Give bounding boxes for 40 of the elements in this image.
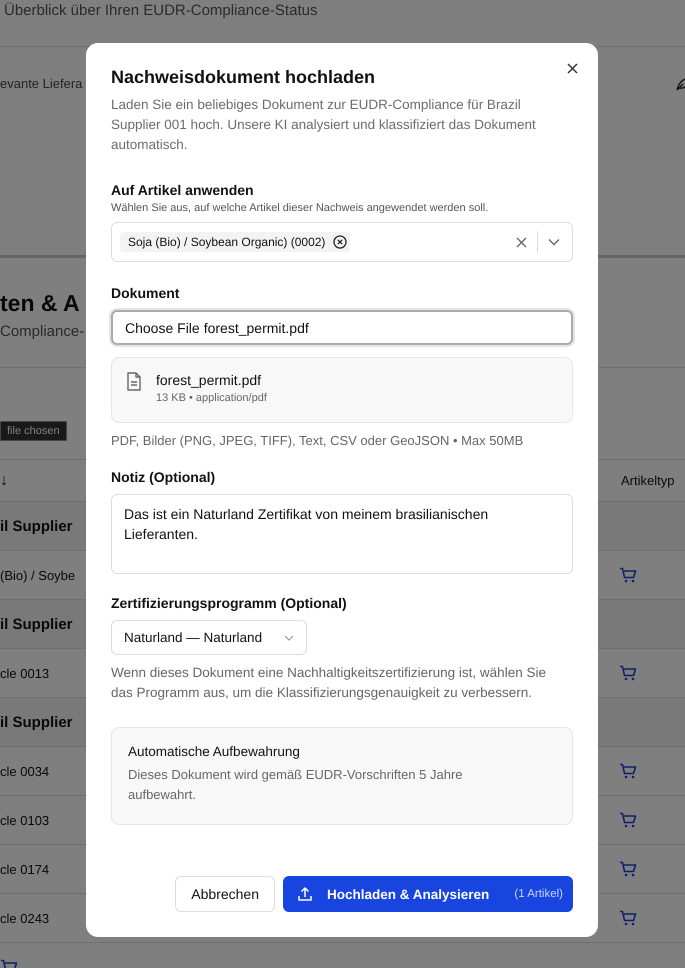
field-hint: Wählen Sie aus, auf welche Artikel dieser Nachweis angewendet werden soll.	[111, 202, 490, 214]
note-field[interactable]: Das ist ein Naturland Zertifikat von meinem brasilianischen Lieferanten.	[111, 494, 573, 574]
dialog-title: Nachweisdokument hochladen	[111, 66, 376, 89]
field-label: Auf Artikel anwenden	[111, 181, 255, 199]
section-title: ten & A	[0, 290, 80, 317]
upload-button[interactable]: Hochladen & Analysieren (1 Artikel)	[283, 876, 573, 912]
column-header: Artikeltyp	[621, 473, 676, 488]
field-label: Zertifizierungsprogramm (Optional)	[111, 594, 348, 612]
article-count: (1 Artikel)	[514, 888, 563, 900]
table-cell: cle 0013	[0, 666, 50, 680]
program-select[interactable]: Naturland — Naturland	[111, 620, 307, 655]
file-hint: PDF, Bilder (PNG, JPEG, TIFF), Text, CSV oder GeoJSON • Max 50MB	[111, 433, 524, 448]
tag-label: Soja (Bio) / Soybean Organic) (0002)	[128, 235, 326, 249]
file-name: forest_permit.pdf	[156, 372, 262, 388]
choose-file-button[interactable]: Choose File	[125, 320, 200, 336]
field-label: Notiz (Optional)	[111, 468, 216, 486]
section-subtitle: Compliance-	[0, 323, 84, 340]
notice-title: Automatische Aufbewahrung	[128, 744, 301, 759]
file-meta: 13 KB • application/pdf	[156, 392, 267, 404]
group-label: il Supplier	[0, 616, 73, 632]
group-label: il Supplier	[0, 518, 73, 534]
field-hint: Wenn dieses Dokument eine Nachhaltigkeitszertifizierung ist, wählen Sie das Programm aus, um die Klassifizierungsgenauigkeit zu verbessern.	[111, 664, 547, 702]
file-input[interactable]: Choose File forest_permit.pdf	[111, 310, 573, 345]
dialog-description: Laden Sie ein beliebiges Dokument zur EUDR-Compliance für Brazil Supplier 001 hoch. Unsere KI analysiert und klassifiziert das Dokument automatisch.	[111, 96, 537, 154]
article-select[interactable]: Soja (Bio) / Soybean Organic) (0002)	[111, 222, 573, 262]
table-cell: cle 0103	[0, 812, 50, 828]
file-name: forest_permit.pdf	[204, 320, 309, 336]
table-cell: (Bio) / Soybe	[0, 568, 76, 582]
page-subtitle: Überblick über Ihren EUDR-Compliance-Status	[3, 2, 318, 19]
upload-label: Hochladen & Analysieren	[327, 886, 490, 902]
filter-label: evante Liefera	[0, 76, 82, 91]
cancel-button[interactable]: Abbrechen	[175, 876, 275, 912]
sort-indicator[interactable]: ↓	[0, 472, 8, 490]
table-cell: cle 0174	[0, 862, 50, 876]
table-cell: cle 0034	[0, 764, 50, 778]
notice-text: Dieses Dokument wird gemäß EUDR-Vorschriften 5 Jahre aufbewahrt.	[128, 766, 464, 804]
group-label: il Supplier	[0, 714, 73, 730]
field-label: Dokument	[111, 284, 180, 302]
tooltip: file chosen	[0, 421, 67, 441]
table-cell: cle 0243	[0, 910, 50, 926]
